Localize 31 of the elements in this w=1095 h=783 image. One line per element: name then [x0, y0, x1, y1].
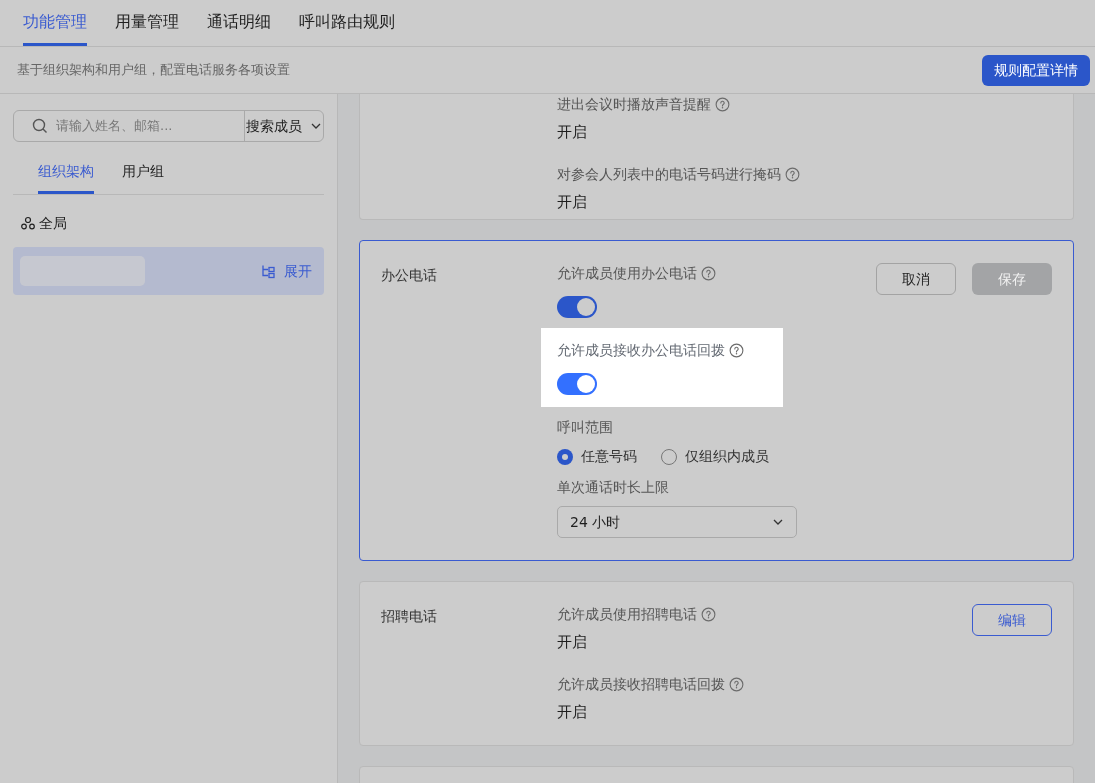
- top-tab[interactable]: 用量管理: [115, 0, 179, 46]
- setting-label: 允许成员接收办公电话回拨: [557, 341, 725, 360]
- rule-details-button[interactable]: 规则配置详情: [982, 54, 1090, 86]
- search-input[interactable]: 请输入姓名、邮箱...: [56, 116, 226, 136]
- action-button[interactable]: 编辑: [972, 604, 1052, 636]
- search-field[interactable]: 请输入姓名、邮箱...: [14, 111, 245, 141]
- setting-label: 单次通话时长上限: [557, 478, 669, 497]
- section-title: 招聘电话: [381, 608, 437, 624]
- sidebar-tab[interactable]: 用户组: [122, 152, 164, 194]
- setting-label: 进出会议时播放声音提醒: [557, 95, 711, 114]
- radio-option[interactable]: 任意号码: [557, 446, 637, 467]
- top-tab[interactable]: 功能管理: [23, 0, 87, 46]
- setting-label: 允许成员接收招聘电话回拨: [557, 674, 725, 694]
- duration-select[interactable]: 24 小时: [557, 506, 797, 538]
- section-title: 办公电话: [381, 267, 437, 283]
- setting-label: 允许成员使用招聘电话: [557, 605, 697, 624]
- setting-value: 开启: [557, 191, 588, 213]
- tree-item[interactable]: 全局: [13, 207, 324, 239]
- top-tab[interactable]: 呼叫路由规则: [299, 0, 395, 46]
- setting-value: 开启: [557, 122, 588, 143]
- setting-label: 对参会人列表中的电话号码进行掩码: [557, 164, 781, 184]
- radio-option[interactable]: 仅组织内成员: [661, 446, 769, 467]
- setting-label: 呼叫范围: [557, 418, 613, 437]
- sidebar-tab[interactable]: 组织架构: [38, 152, 94, 194]
- setting-value: 开启: [557, 701, 588, 723]
- setting-value: 开启: [557, 632, 588, 653]
- page-description: 基于组织架构和用户组，配置电话服务各项设置: [17, 61, 290, 80]
- action-button[interactable]: 取消: [876, 263, 956, 295]
- setting-label: 允许成员使用办公电话: [557, 264, 697, 283]
- search-scope-dropdown[interactable]: 搜索成员: [245, 111, 323, 141]
- top-tab[interactable]: 通话明细: [207, 0, 271, 46]
